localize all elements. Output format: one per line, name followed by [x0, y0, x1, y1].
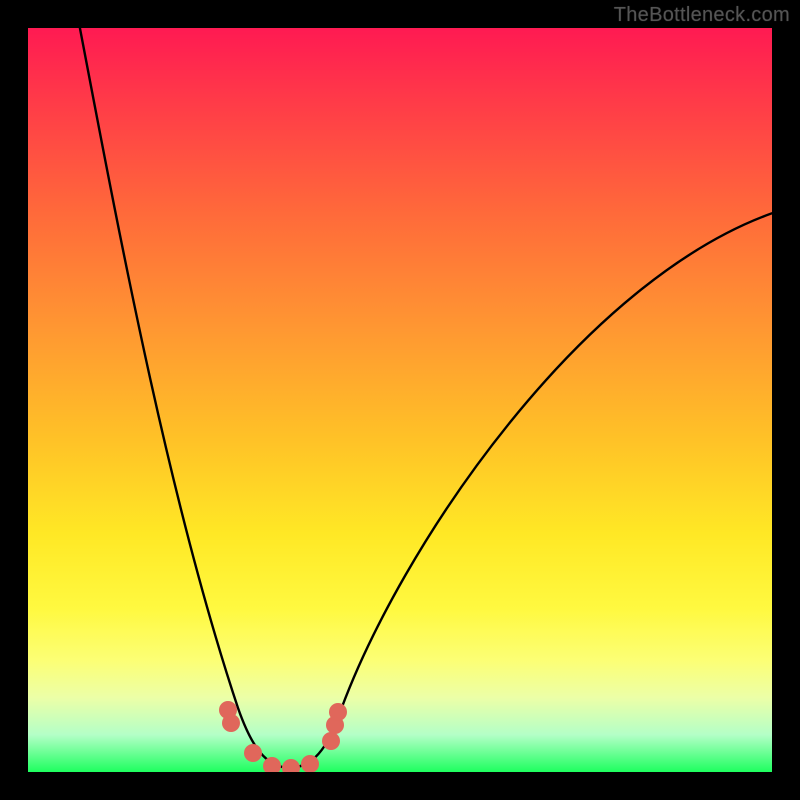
chart-svg — [28, 28, 772, 772]
left-curve — [78, 28, 288, 768]
data-marker — [329, 703, 347, 721]
data-marker — [282, 759, 300, 772]
chart-frame — [28, 28, 772, 772]
data-marker — [222, 714, 240, 732]
data-marker — [322, 732, 340, 750]
watermark-text: TheBottleneck.com — [614, 4, 790, 27]
right-curve — [288, 208, 772, 768]
data-marker — [244, 744, 262, 762]
